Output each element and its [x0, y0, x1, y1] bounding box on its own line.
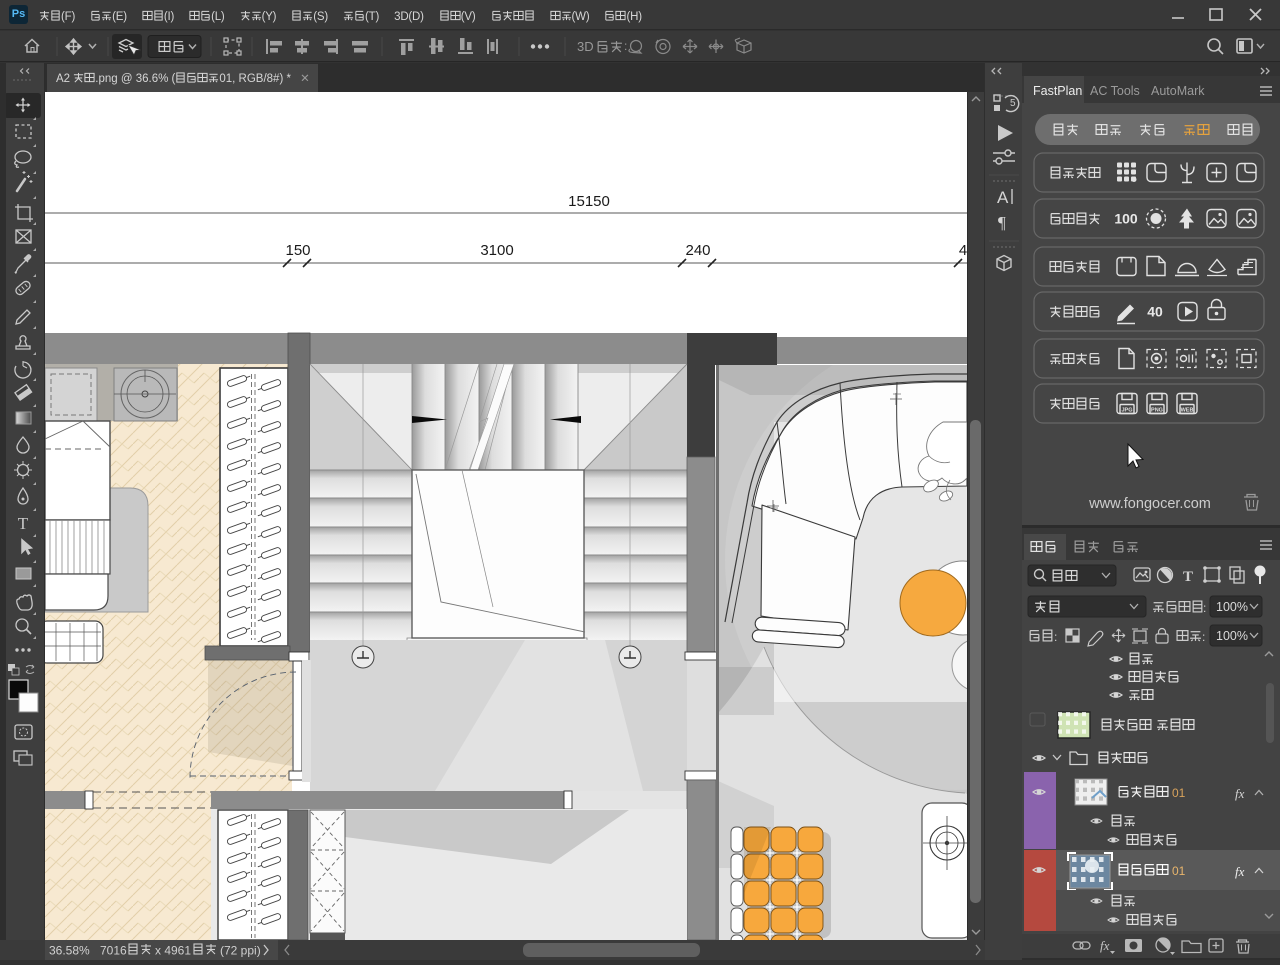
svg-text:4: 4	[959, 242, 967, 259]
svg-text:¶: ¶	[998, 213, 1006, 232]
svg-text:fx: fx	[1235, 864, 1245, 879]
svg-text::: :	[624, 39, 627, 53]
svg-text:(72 ppi): (72 ppi)	[220, 944, 261, 958]
svg-text:100%: 100%	[1216, 600, 1248, 614]
svg-text:7016: 7016	[100, 944, 127, 958]
svg-text:01: 01	[1172, 786, 1186, 800]
svg-text:A: A	[997, 188, 1009, 207]
svg-text:5: 5	[1010, 98, 1016, 109]
svg-text:AC Tools: AC Tools	[1090, 84, 1140, 98]
svg-text:fx: fx	[1235, 786, 1245, 801]
svg-text:40: 40	[1147, 304, 1163, 320]
svg-text:3100: 3100	[480, 242, 513, 259]
svg-text::: :	[1054, 630, 1057, 644]
svg-text:JPG: JPG	[1121, 408, 1132, 414]
svg-text:WEB: WEB	[1181, 408, 1194, 414]
svg-text:AutoMark: AutoMark	[1151, 84, 1205, 98]
svg-text:PNG: PNG	[1151, 408, 1163, 414]
svg-text:www.fongocer.com: www.fongocer.com	[1088, 496, 1211, 512]
svg-text:36.58%: 36.58%	[49, 944, 90, 958]
svg-text:01: 01	[1172, 864, 1186, 878]
svg-text:150: 150	[285, 242, 310, 259]
svg-text:240: 240	[685, 242, 710, 259]
svg-text:T: T	[18, 514, 29, 533]
svg-text:100%: 100%	[1216, 629, 1248, 643]
svg-text:100: 100	[1114, 211, 1138, 227]
svg-text:3D: 3D	[577, 39, 594, 54]
svg-text::: :	[1202, 630, 1205, 644]
svg-text:T: T	[1183, 569, 1193, 585]
svg-text:x 4961: x 4961	[155, 944, 191, 958]
svg-text:15150: 15150	[568, 193, 610, 210]
svg-text:FastPlan: FastPlan	[1033, 84, 1082, 98]
svg-text::: :	[1203, 601, 1206, 615]
